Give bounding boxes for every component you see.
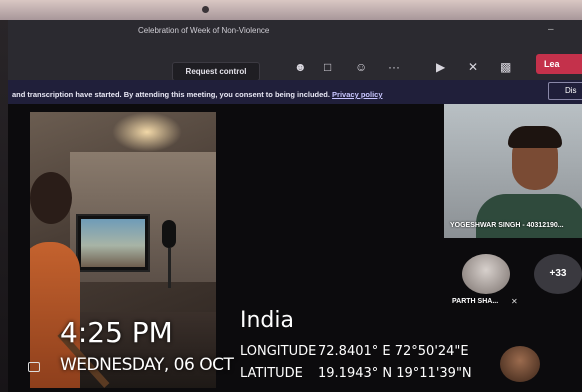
more-icon[interactable]: ··· (388, 60, 400, 74)
overlay-date: WEDNESDAY, 06 OCT (60, 355, 234, 375)
mic-icon[interactable]: ✕ (468, 60, 478, 74)
request-control-button[interactable]: Request control (172, 62, 260, 81)
longitude-value: 72.8401° E 72°50'24"E (318, 344, 469, 359)
longitude-label: LONGITUDE (240, 344, 317, 359)
participant-video-tile[interactable] (444, 104, 582, 238)
parth-name: PARTH SHA... (452, 298, 499, 305)
camera-icon[interactable]: ▶ (436, 60, 445, 74)
reactions-icon[interactable]: ☺ (355, 60, 367, 74)
participants-icon[interactable]: ☻ (294, 60, 307, 74)
latitude-label: LATITUDE (240, 366, 303, 381)
self-avatar[interactable] (500, 346, 540, 382)
window-title: Celebration of Week of Non-Violence (138, 26, 270, 35)
player-head (30, 172, 72, 224)
participant-hair (508, 126, 562, 148)
overlay-time: 4:25 PM (60, 316, 173, 349)
chat-icon[interactable]: □ (324, 60, 331, 74)
laptop-bezel (0, 0, 582, 20)
participant-body (476, 194, 582, 238)
dismiss-button[interactable]: Dis (548, 82, 582, 100)
mic-off-icon: ✕ (511, 297, 518, 306)
share-icon[interactable]: ▩ (500, 60, 511, 74)
banner-text: and transcription have started. By atten… (12, 90, 383, 99)
leave-button[interactable]: Lea (536, 54, 582, 74)
monitor-screen (81, 219, 145, 267)
privacy-policy-link[interactable]: Privacy policy (332, 90, 382, 99)
overlay-place: India (240, 308, 294, 333)
webcam (202, 6, 209, 13)
recording-icon (28, 362, 40, 372)
banner-message: and transcription have started. By atten… (12, 90, 333, 99)
more-participants-button[interactable]: +33 (534, 254, 582, 294)
participant-name: YOGESHWAR SINGH - 40312190... (450, 222, 564, 229)
studio-mic (162, 220, 176, 248)
lamp-glow (112, 112, 182, 152)
monitor (76, 214, 150, 272)
latitude-value: 19.1943° N 19°11'39"N (318, 366, 472, 381)
avatar-parth[interactable] (462, 254, 510, 294)
minimize-button[interactable]: – (548, 24, 554, 35)
mic-arm (168, 248, 171, 288)
